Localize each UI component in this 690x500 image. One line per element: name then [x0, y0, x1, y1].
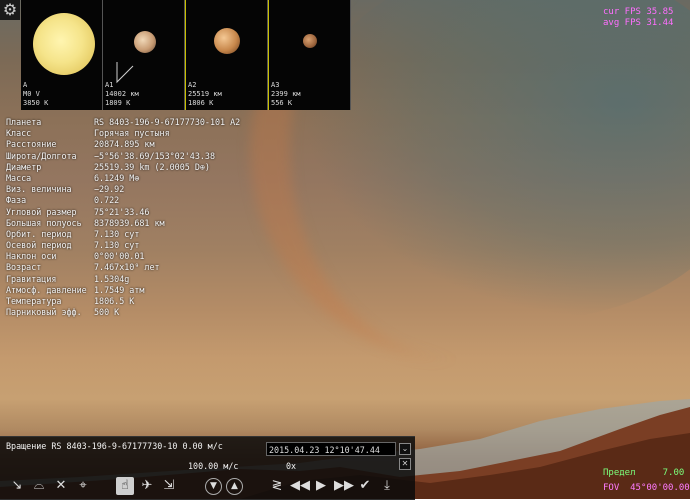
- info-row: Орбит. период 7.130 сут: [6, 228, 140, 239]
- info-row: Расстояние 20874.895 км: [6, 139, 155, 150]
- info-row: Большая полуось 8378939.681 км: [6, 217, 165, 228]
- gear-icon[interactable]: ⚙: [0, 0, 20, 20]
- select-icon[interactable]: ↘: [8, 477, 26, 495]
- thumbnail-caption: A M0 V 3850 K: [23, 81, 49, 107]
- status-readout: Предел 7.00 FOV 45°00'00.00: [603, 466, 690, 496]
- info-row: Планета RS 8403-196-9-67177730-101 A2: [6, 117, 241, 127]
- speed-readout: 100.00 м/с: [188, 461, 239, 471]
- thumbnail-caption: A2 25519 км 1806 K: [188, 81, 222, 107]
- planet-image: [214, 28, 240, 54]
- limit-label: Предел: [603, 468, 636, 478]
- rewind-icon[interactable]: ◀◀: [290, 477, 310, 495]
- planet-icon[interactable]: ⇲: [160, 477, 178, 495]
- datetime-field[interactable]: 2015.04.23 12°10'47.44: [266, 442, 396, 456]
- check-icon[interactable]: ✔: [356, 477, 374, 495]
- info-row: Наклон оси 0°00'00.01: [6, 251, 145, 262]
- info-row: Осевой период 7.130 сут: [6, 240, 140, 251]
- fov-label: FOV: [603, 483, 620, 493]
- thumbnail-caption: A1 14002 км 1809 K: [105, 81, 139, 107]
- thumbnail-star-a[interactable]: A M0 V 3850 K: [21, 0, 103, 110]
- fps-average: avg FPS 31.44: [603, 18, 674, 28]
- star-image: [33, 13, 95, 75]
- limit-value: 7.00: [662, 468, 685, 478]
- fast-reverse-icon[interactable]: ≷: [268, 477, 286, 495]
- object-thumbnails: A M0 V 3850 K A1 14002 км 1809 K A2 25519 км 1…: [21, 0, 351, 110]
- info-row: Класс Горячая пустыня: [6, 128, 170, 139]
- fov-value: 45°00'00.00: [630, 483, 690, 493]
- ship-icon[interactable]: ✈: [138, 477, 156, 495]
- rotation-status: Вращение RS 8403-196-9-67177730-10 0.00 …: [6, 441, 223, 451]
- info-row: Фаза 0.722: [6, 195, 120, 206]
- info-row: Возраст 7.467x10⁹ лет: [6, 262, 160, 273]
- info-row: Парниковый эфф. 500 K: [6, 307, 120, 318]
- thumbnail-planet-a3[interactable]: A3 2399 км 556 K: [268, 0, 351, 110]
- up-icon[interactable]: ▲: [226, 478, 243, 495]
- terrain-icon[interactable]: ⌓: [30, 477, 48, 495]
- info-row: Масса 6.1249 M⊕: [6, 172, 140, 183]
- thumbnail-caption: A3 2399 км 556 K: [271, 81, 301, 107]
- planet-image: [134, 31, 156, 53]
- move-icon[interactable]: ✕: [52, 477, 70, 495]
- planet-info-panel: Планета RS 8403-196-9-67177730-101 A2 Кла…: [6, 117, 240, 318]
- info-row: Диаметр 25519.39 km (2.0005 D⊕): [6, 161, 210, 172]
- thumbnail-planet-a2[interactable]: A2 25519 км 1806 K: [185, 0, 268, 110]
- fps-counter: cur FPS 35.85 avg FPS 31.44: [603, 7, 673, 29]
- thumbnail-planet-a1[interactable]: A1 14002 км 1809 K: [103, 0, 185, 110]
- fps-current: cur FPS 35.85: [603, 7, 674, 17]
- fast-forward-icon[interactable]: ▶▶: [334, 477, 354, 495]
- close-icon[interactable]: ✕: [399, 458, 411, 470]
- pointer-icon[interactable]: ☝: [116, 477, 134, 495]
- info-row: Атмосф. давление 1.7549 атм: [6, 284, 145, 295]
- info-row: Угловой размер 75°21'33.46: [6, 206, 150, 217]
- land-icon[interactable]: ⤓: [378, 477, 396, 495]
- play-icon[interactable]: ▶: [312, 477, 330, 495]
- info-row: Виз. величина −29.92: [6, 184, 125, 195]
- info-row: Температура 1806.5 K: [6, 296, 135, 306]
- planet-image: [303, 34, 317, 48]
- datetime-dropdown-icon[interactable]: ⌄: [399, 443, 411, 455]
- info-row: Гравитация 1.5304g: [6, 273, 130, 284]
- info-row: Широта/Долгота −5°56'38.69/153°02'43.38: [6, 150, 216, 161]
- time-rate: 0x: [286, 461, 297, 471]
- target-icon[interactable]: ⌖: [74, 477, 92, 495]
- down-icon[interactable]: ▼: [205, 478, 222, 495]
